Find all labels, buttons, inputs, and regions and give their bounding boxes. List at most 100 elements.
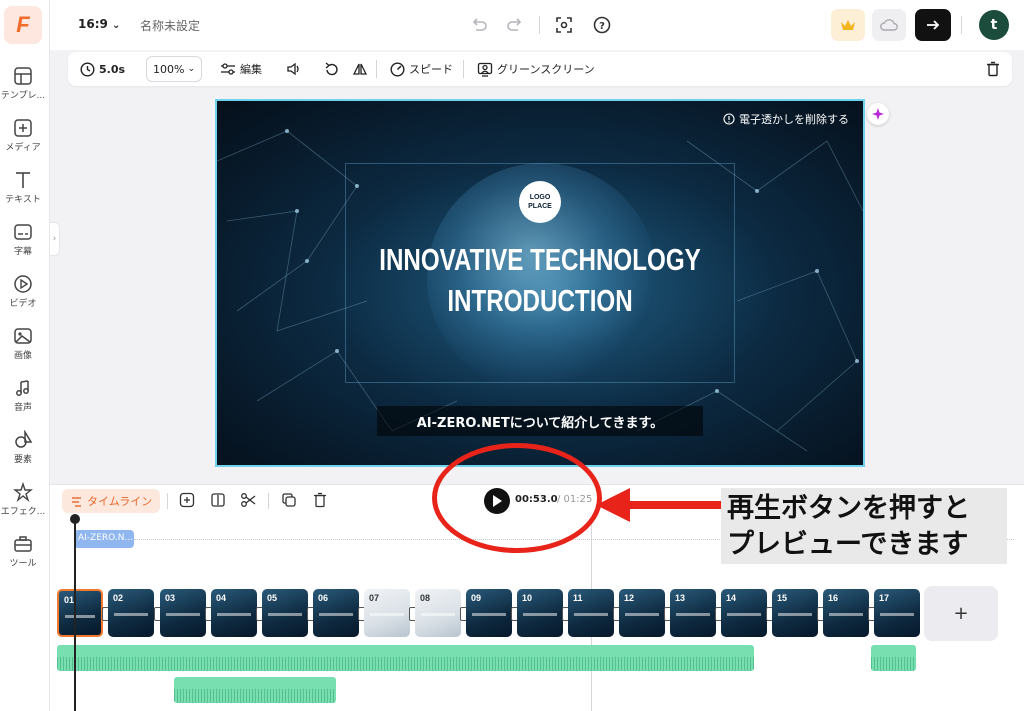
greenscreen-button[interactable]: グリーンスクリーン [477,52,595,86]
scene-title-bar [574,613,608,616]
screen-capture-button[interactable] [553,14,575,36]
scene-number: 07 [369,593,380,603]
sidebar-item-media[interactable]: メディア [0,118,46,153]
logo-placeholder-line1: LOGO [529,194,551,201]
zoom-select[interactable]: 100% ⌄ [146,56,202,82]
video-preview-canvas[interactable]: 電子透かしを削除する LOGO PLACE INNOVATIVE TECHNOLO… [215,99,865,467]
cut-button[interactable] [240,492,256,508]
cloud-save-button[interactable] [872,9,906,41]
split-icon [211,493,225,507]
add-clip-button[interactable] [179,492,195,508]
trash-icon [314,492,326,508]
scene-thumbnail[interactable]: 03 [160,589,206,637]
scene-thumbnail[interactable]: 02 [108,589,154,637]
sidebar-item-video[interactable]: ビデオ [0,274,46,309]
help-icon: ? [593,16,611,34]
scene-number: 12 [624,593,635,603]
hero-title-line1: INNOVATIVE TECHNOLOGY [379,242,701,277]
duplicate-button[interactable] [281,492,297,508]
sidebar-item-label: 画像 [13,351,32,361]
arrow-right-icon [927,20,940,30]
scene-thumbnail[interactable]: 08 [415,589,461,637]
audio-waveform [871,657,916,671]
scene-title-bar [880,613,914,616]
app-logo[interactable]: F [4,6,42,44]
scene-thumbnail[interactable]: 14 [721,589,767,637]
help-button[interactable]: ? [591,14,613,36]
left-sidebar: F テンプレ... メディア テキスト 字幕 ビデオ 画像 音声 要素 エフェク… [0,0,50,711]
scene-thumbnail[interactable]: 05 [262,589,308,637]
scene-thumbnail[interactable]: 11 [568,589,614,637]
magic-button[interactable] [867,103,889,125]
sidebar-item-elements[interactable]: 要素 [0,430,46,465]
sidebar-item-images[interactable]: 画像 [0,326,46,361]
scene-number: 14 [726,593,737,603]
template-icon [14,67,32,85]
scene-title-bar [472,613,506,616]
speed-button[interactable]: スピード [390,52,453,86]
info-icon [723,113,735,125]
playhead[interactable] [74,515,76,711]
scene-thumbnail[interactable]: 15 [772,589,818,637]
scene-thumbnail[interactable]: 16 [823,589,869,637]
rotate-button[interactable] [324,52,339,86]
scene-thumbnail[interactable]: 04 [211,589,257,637]
timeline-tab[interactable]: タイムライン [62,489,161,513]
annotation-line-2: プレビューできます [727,529,969,560]
volume-button[interactable] [286,52,302,86]
playhead-handle[interactable] [70,514,80,524]
sidebar-item-tools[interactable]: ツール [0,534,46,569]
top-bar: 16:9 ⌄ 名称未設定 ? t [50,0,1024,50]
edit-button[interactable]: 編集 [220,52,262,86]
sidebar-item-label: テンプレ... [0,91,46,101]
scene-title-bar [625,613,659,616]
timeline-icon [72,496,81,507]
sidebar-item-text[interactable]: テキスト [0,170,46,205]
sidebar-item-effects[interactable]: エフェク... [0,482,46,517]
text-clip[interactable]: AI-ZERO.N... [74,530,134,548]
duration-button[interactable]: 5.0s [80,52,125,86]
scene-number: 01 [64,595,75,605]
timeline-delete-button[interactable] [313,492,329,508]
divider [961,16,962,34]
scene-thumbnail[interactable]: 10 [517,589,563,637]
scene-thumbnail[interactable]: 06 [313,589,359,637]
sidebar-item-templates[interactable]: テンプレ... [0,66,46,101]
sidebar-item-audio[interactable]: 音声 [0,378,46,413]
user-avatar[interactable]: t [979,10,1009,40]
redo-button[interactable] [504,14,526,36]
sidebar-item-subtitles[interactable]: 字幕 [0,222,46,257]
scene-thumbnail[interactable]: 01 [57,589,103,637]
scene-thumbnail[interactable]: 09 [466,589,512,637]
add-scene-button[interactable]: + [924,586,998,641]
scene-thumbnail[interactable]: 07 [364,589,410,637]
scene-number: 05 [267,593,278,603]
scene-title-bar [217,613,251,616]
scene-title-bar [421,613,455,616]
sidebar-item-label: 要素 [13,455,32,465]
split-button[interactable] [210,492,226,508]
remove-watermark-button[interactable]: 電子透かしを削除する [723,111,849,127]
video-icon [14,275,32,293]
scene-thumbnail[interactable]: 13 [670,589,716,637]
timeline-tab-label: タイムライン [87,495,153,508]
speedometer-icon [390,61,405,77]
audio-track-end[interactable] [871,645,916,671]
delete-button[interactable] [986,52,1000,86]
export-button[interactable] [915,9,951,41]
flip-button[interactable] [352,52,368,86]
audio-track-main[interactable] [57,645,754,671]
sidebar-collapse-handle[interactable]: › [50,222,60,256]
project-title[interactable]: 名称未設定 [140,17,200,34]
divider [167,493,168,509]
upgrade-button[interactable] [831,9,865,41]
scene-title-bar [319,613,353,616]
annotation-line-1: 再生ボタンを押すと [727,493,970,524]
undo-button[interactable] [468,14,490,36]
scene-thumbnail[interactable]: 17 [874,589,920,637]
audio-track-secondary[interactable] [174,677,336,703]
scene-number: 04 [216,593,227,603]
aspect-ratio-select[interactable]: 16:9 ⌄ [78,17,120,31]
scene-thumbnail[interactable]: 12 [619,589,665,637]
divider [463,60,464,78]
